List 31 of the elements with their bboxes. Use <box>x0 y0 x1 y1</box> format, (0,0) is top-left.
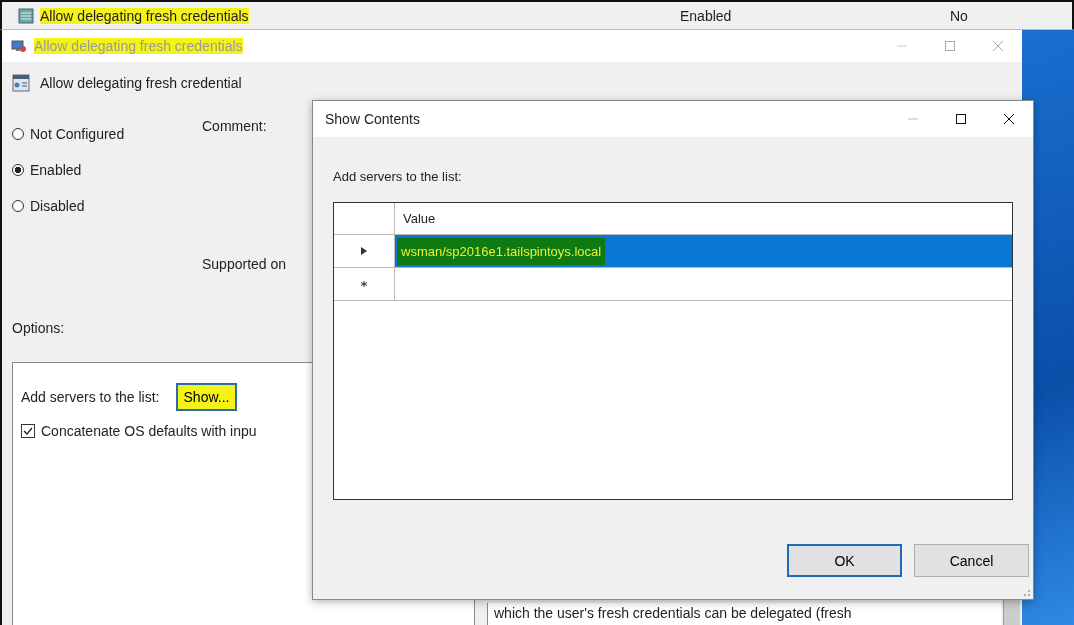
resize-grip-icon[interactable] <box>1021 587 1031 597</box>
radio-option[interactable]: Enabled <box>12 162 202 178</box>
policy-heading: Allow delegating fresh credential <box>40 75 242 91</box>
policy-state: Enabled <box>680 7 733 24</box>
concatenate-checkbox[interactable]: Concatenate OS defaults with inpu <box>21 423 466 439</box>
comment-label: Comment: <box>202 118 268 134</box>
value-cell[interactable]: wsman/sp2016e1.tailspintoys.local <box>395 235 1012 267</box>
ok-button[interactable]: OK <box>787 544 902 577</box>
maximize-icon[interactable] <box>955 113 967 125</box>
column-header[interactable]: Value <box>395 203 1012 234</box>
radio-option[interactable]: Disabled <box>12 198 202 214</box>
supported-on-label: Supported on <box>202 256 287 272</box>
settings-sheet-icon <box>12 74 30 92</box>
prompt-label: Add servers to the list: <box>333 169 463 184</box>
help-text: which the user's fresh credentials can be delegated (fresh <box>487 603 1001 625</box>
window-title: Allow delegating fresh credentials <box>34 38 243 54</box>
show-button[interactable]: Show... <box>175 383 238 411</box>
cancel-button[interactable]: Cancel <box>914 544 1029 577</box>
asterisk-icon <box>361 280 367 288</box>
checkbox-icon[interactable] <box>21 424 35 438</box>
radio-option[interactable]: Not Configured <box>12 126 202 142</box>
policy-list-row[interactable]: Allow delegating fresh credentials Enabled No <box>0 0 1074 30</box>
policy-icon <box>18 7 34 24</box>
computer-icon <box>10 38 28 54</box>
option-label: Add servers to the list: <box>21 389 160 405</box>
options-label: Options: <box>12 320 66 336</box>
policy-name: Allow delegating fresh credentials <box>40 7 249 24</box>
policy-comment: No <box>950 7 969 24</box>
close-icon[interactable] <box>1003 113 1015 125</box>
current-row-icon <box>361 247 367 255</box>
dialog-title: Show Contents <box>325 111 420 127</box>
